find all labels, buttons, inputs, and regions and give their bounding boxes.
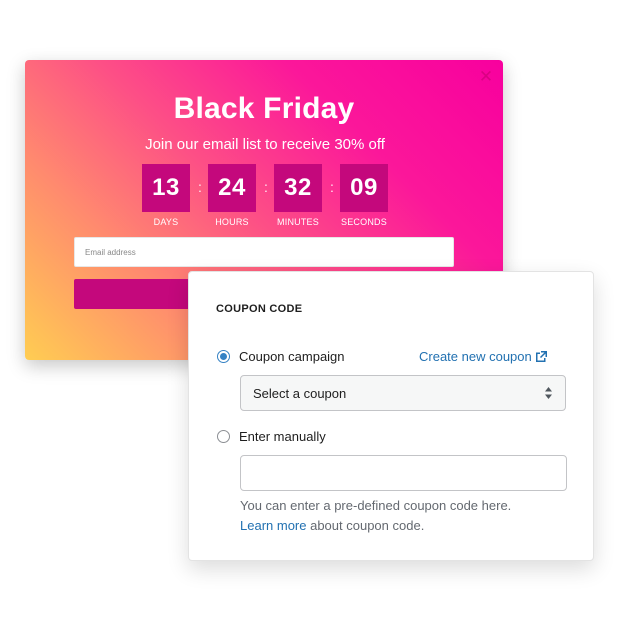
countdown-seconds-value: 09: [340, 164, 388, 212]
create-new-coupon-label[interactable]: Create new coupon: [419, 349, 532, 364]
stage: ✕ Black Friday Join our email list to re…: [0, 0, 620, 620]
countdown-days-value: 13: [142, 164, 190, 212]
popup-subtitle: Join our email list to receive 30% off: [145, 136, 385, 153]
coupon-select[interactable]: Select a coupon: [240, 375, 566, 411]
countdown-seconds: 09 SECONDS: [340, 164, 388, 227]
countdown-minutes-value: 32: [274, 164, 322, 212]
countdown-minutes: 32 MINUTES: [274, 164, 322, 227]
countdown-hours: 24 HOURS: [208, 164, 256, 227]
countdown-hours-label: HOURS: [215, 217, 249, 227]
countdown-timer: 13 DAYS : 24 HOURS : 32 MINUTES : 09 SEC…: [142, 164, 390, 232]
countdown-separator: :: [264, 179, 268, 195]
learn-more-suffix: about coupon code.: [306, 518, 425, 533]
enter-manually-radio[interactable]: [217, 430, 230, 443]
popup-title: Black Friday: [173, 92, 355, 125]
enter-manually-label[interactable]: Enter manually: [239, 429, 326, 444]
email-field[interactable]: [74, 237, 454, 267]
countdown-days-label: DAYS: [153, 217, 179, 227]
coupon-code-field[interactable]: [240, 455, 567, 491]
countdown-minutes-label: MINUTES: [277, 217, 319, 227]
coupon-code-panel: COUPON CODE Coupon campaign Create new c…: [188, 271, 594, 561]
countdown-days: 13 DAYS: [142, 164, 190, 227]
select-arrows-icon: [545, 387, 552, 399]
coupon-select-value: Select a coupon: [253, 386, 347, 401]
panel-heading: COUPON CODE: [216, 303, 303, 315]
help-text-line: You can enter a pre-defined coupon code …: [240, 498, 512, 513]
countdown-separator: :: [198, 179, 202, 195]
create-new-coupon-link[interactable]: Create new coupon: [419, 349, 547, 364]
close-icon[interactable]: ✕: [477, 68, 495, 86]
countdown-hours-value: 24: [208, 164, 256, 212]
external-link-icon: [535, 351, 547, 362]
learn-more-link[interactable]: Learn more: [240, 518, 306, 533]
coupon-campaign-radio[interactable]: [217, 350, 230, 363]
countdown-seconds-label: SECONDS: [341, 217, 387, 227]
coupon-campaign-label[interactable]: Coupon campaign: [239, 349, 345, 364]
countdown-separator: :: [330, 179, 334, 195]
help-text: You can enter a pre-defined coupon code …: [240, 496, 580, 536]
